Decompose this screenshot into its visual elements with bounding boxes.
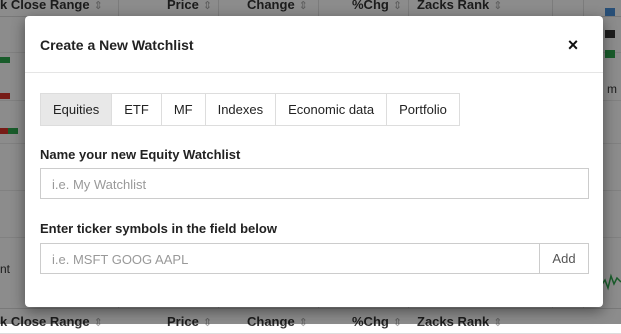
ticker-symbols-label: Enter ticker symbols in the field below [40, 221, 277, 236]
tab-indexes[interactable]: Indexes [204, 93, 277, 126]
tab-etf[interactable]: ETF [111, 93, 162, 126]
dialog-title: Create a New Watchlist [40, 37, 194, 53]
watchlist-name-input[interactable]: i.e. My Watchlist [40, 168, 589, 199]
tab-equities[interactable]: Equities [40, 93, 113, 126]
ticker-symbols-input[interactable]: i.e. MSFT GOOG AAPL [40, 243, 540, 274]
asset-type-tabs: Equities ETF MF Indexes Economic data Po… [40, 93, 460, 126]
watchlist-name-label: Name your new Equity Watchlist [40, 147, 241, 162]
tab-portfolio[interactable]: Portfolio [386, 93, 460, 126]
tab-economic-data[interactable]: Economic data [275, 93, 388, 126]
tab-mf[interactable]: MF [160, 93, 206, 126]
create-watchlist-dialog: Create a New Watchlist × Equities ETF MF… [25, 16, 603, 307]
add-ticker-button[interactable]: Add [539, 243, 589, 274]
dialog-header: Create a New Watchlist × [25, 16, 603, 73]
close-icon[interactable]: × [565, 36, 581, 54]
